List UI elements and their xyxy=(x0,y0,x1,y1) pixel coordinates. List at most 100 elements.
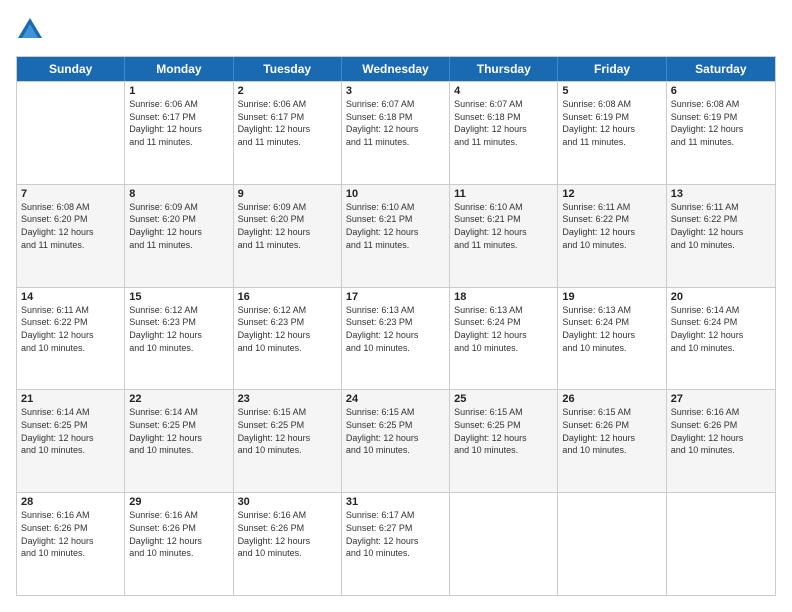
day-number: 7 xyxy=(21,188,120,200)
cell-info-line: Sunset: 6:19 PM xyxy=(671,112,771,124)
calendar-day-21: 21Sunrise: 6:14 AMSunset: 6:25 PMDayligh… xyxy=(17,390,125,492)
cell-info-line: and 10 minutes. xyxy=(562,343,661,355)
day-number: 4 xyxy=(454,85,553,97)
cell-info-line: Sunset: 6:25 PM xyxy=(129,420,228,432)
cell-info-line: Sunrise: 6:15 AM xyxy=(454,407,553,419)
calendar-empty-cell xyxy=(450,493,558,595)
header-day-monday: Monday xyxy=(125,57,233,81)
calendar-week-3: 14Sunrise: 6:11 AMSunset: 6:22 PMDayligh… xyxy=(17,287,775,390)
calendar-empty-cell xyxy=(17,82,125,184)
day-number: 12 xyxy=(562,188,661,200)
cell-info-line: Daylight: 12 hours xyxy=(346,536,445,548)
cell-info-line: and 10 minutes. xyxy=(454,343,553,355)
day-number: 31 xyxy=(346,496,445,508)
cell-info-line: Sunrise: 6:15 AM xyxy=(238,407,337,419)
day-number: 29 xyxy=(129,496,228,508)
day-number: 22 xyxy=(129,393,228,405)
cell-info-line: and 11 minutes. xyxy=(454,137,553,149)
day-number: 9 xyxy=(238,188,337,200)
cell-info-line: and 11 minutes. xyxy=(346,240,445,252)
cell-info-line: Sunset: 6:17 PM xyxy=(238,112,337,124)
calendar-day-5: 5Sunrise: 6:08 AMSunset: 6:19 PMDaylight… xyxy=(558,82,666,184)
cell-info-line: Daylight: 12 hours xyxy=(671,227,771,239)
calendar-day-18: 18Sunrise: 6:13 AMSunset: 6:24 PMDayligh… xyxy=(450,288,558,390)
cell-info-line: Sunrise: 6:09 AM xyxy=(129,202,228,214)
calendar-day-23: 23Sunrise: 6:15 AMSunset: 6:25 PMDayligh… xyxy=(234,390,342,492)
day-number: 6 xyxy=(671,85,771,97)
calendar-day-13: 13Sunrise: 6:11 AMSunset: 6:22 PMDayligh… xyxy=(667,185,775,287)
calendar-header: SundayMondayTuesdayWednesdayThursdayFrid… xyxy=(17,57,775,81)
header-day-saturday: Saturday xyxy=(667,57,775,81)
cell-info-line: Sunset: 6:26 PM xyxy=(562,420,661,432)
cell-info-line: Daylight: 12 hours xyxy=(238,536,337,548)
cell-info-line: Daylight: 12 hours xyxy=(238,124,337,136)
cell-info-line: and 10 minutes. xyxy=(238,343,337,355)
header-day-sunday: Sunday xyxy=(17,57,125,81)
cell-info-line: and 11 minutes. xyxy=(562,137,661,149)
cell-info-line: Sunrise: 6:13 AM xyxy=(454,305,553,317)
cell-info-line: Sunrise: 6:11 AM xyxy=(21,305,120,317)
day-number: 19 xyxy=(562,291,661,303)
cell-info-line: Sunset: 6:20 PM xyxy=(21,214,120,226)
day-number: 28 xyxy=(21,496,120,508)
cell-info-line: and 11 minutes. xyxy=(238,137,337,149)
cell-info-line: Sunset: 6:27 PM xyxy=(346,523,445,535)
calendar-day-17: 17Sunrise: 6:13 AMSunset: 6:23 PMDayligh… xyxy=(342,288,450,390)
cell-info-line: Sunset: 6:26 PM xyxy=(21,523,120,535)
cell-info-line: Sunrise: 6:07 AM xyxy=(346,99,445,111)
cell-info-line: Sunrise: 6:16 AM xyxy=(671,407,771,419)
cell-info-line: Daylight: 12 hours xyxy=(21,330,120,342)
cell-info-line: Daylight: 12 hours xyxy=(671,433,771,445)
cell-info-line: Sunrise: 6:13 AM xyxy=(562,305,661,317)
cell-info-line: Sunset: 6:24 PM xyxy=(454,317,553,329)
cell-info-line: Sunrise: 6:10 AM xyxy=(454,202,553,214)
calendar-day-10: 10Sunrise: 6:10 AMSunset: 6:21 PMDayligh… xyxy=(342,185,450,287)
calendar-day-14: 14Sunrise: 6:11 AMSunset: 6:22 PMDayligh… xyxy=(17,288,125,390)
cell-info-line: and 10 minutes. xyxy=(346,445,445,457)
cell-info-line: Sunrise: 6:11 AM xyxy=(671,202,771,214)
calendar-day-29: 29Sunrise: 6:16 AMSunset: 6:26 PMDayligh… xyxy=(125,493,233,595)
cell-info-line: Sunrise: 6:08 AM xyxy=(562,99,661,111)
day-number: 23 xyxy=(238,393,337,405)
calendar-body: 1Sunrise: 6:06 AMSunset: 6:17 PMDaylight… xyxy=(17,81,775,595)
cell-info-line: Sunrise: 6:15 AM xyxy=(346,407,445,419)
cell-info-line: Daylight: 12 hours xyxy=(671,124,771,136)
day-number: 26 xyxy=(562,393,661,405)
header-day-thursday: Thursday xyxy=(450,57,558,81)
page: SundayMondayTuesdayWednesdayThursdayFrid… xyxy=(0,0,792,612)
logo xyxy=(16,16,48,44)
cell-info-line: Sunset: 6:19 PM xyxy=(562,112,661,124)
header xyxy=(16,16,776,44)
calendar-day-30: 30Sunrise: 6:16 AMSunset: 6:26 PMDayligh… xyxy=(234,493,342,595)
cell-info-line: Daylight: 12 hours xyxy=(454,124,553,136)
cell-info-line: and 10 minutes. xyxy=(238,548,337,560)
day-number: 30 xyxy=(238,496,337,508)
day-number: 3 xyxy=(346,85,445,97)
cell-info-line: and 11 minutes. xyxy=(129,137,228,149)
day-number: 15 xyxy=(129,291,228,303)
calendar-day-9: 9Sunrise: 6:09 AMSunset: 6:20 PMDaylight… xyxy=(234,185,342,287)
cell-info-line: Sunrise: 6:12 AM xyxy=(238,305,337,317)
calendar-week-2: 7Sunrise: 6:08 AMSunset: 6:20 PMDaylight… xyxy=(17,184,775,287)
day-number: 2 xyxy=(238,85,337,97)
cell-info-line: Daylight: 12 hours xyxy=(21,433,120,445)
cell-info-line: Sunset: 6:22 PM xyxy=(21,317,120,329)
cell-info-line: Daylight: 12 hours xyxy=(21,227,120,239)
cell-info-line: Sunrise: 6:15 AM xyxy=(562,407,661,419)
calendar-day-27: 27Sunrise: 6:16 AMSunset: 6:26 PMDayligh… xyxy=(667,390,775,492)
cell-info-line: Daylight: 12 hours xyxy=(562,330,661,342)
header-day-wednesday: Wednesday xyxy=(342,57,450,81)
cell-info-line: Sunset: 6:18 PM xyxy=(346,112,445,124)
cell-info-line: and 10 minutes. xyxy=(671,343,771,355)
cell-info-line: Daylight: 12 hours xyxy=(562,124,661,136)
calendar-day-26: 26Sunrise: 6:15 AMSunset: 6:26 PMDayligh… xyxy=(558,390,666,492)
cell-info-line: Daylight: 12 hours xyxy=(671,330,771,342)
cell-info-line: Sunset: 6:20 PM xyxy=(129,214,228,226)
day-number: 18 xyxy=(454,291,553,303)
cell-info-line: Sunset: 6:26 PM xyxy=(238,523,337,535)
calendar-day-19: 19Sunrise: 6:13 AMSunset: 6:24 PMDayligh… xyxy=(558,288,666,390)
cell-info-line: and 11 minutes. xyxy=(238,240,337,252)
cell-info-line: and 11 minutes. xyxy=(346,137,445,149)
cell-info-line: Sunset: 6:23 PM xyxy=(129,317,228,329)
calendar-empty-cell xyxy=(558,493,666,595)
